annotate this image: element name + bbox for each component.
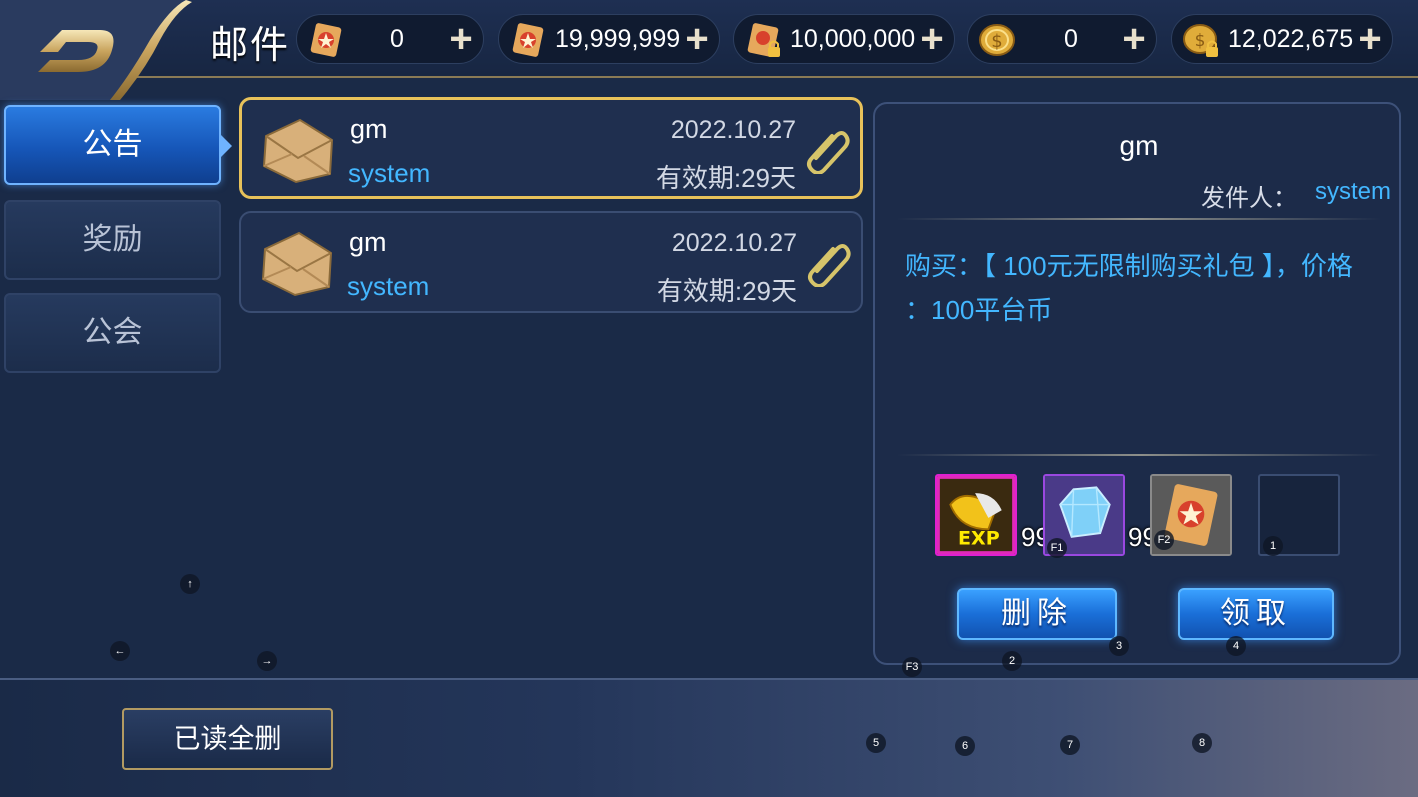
key-hint-f3: F3 (902, 657, 922, 677)
coin-icon: $ (979, 24, 1015, 56)
detail-title: gm (1119, 130, 1159, 161)
locked-scroll-icon (747, 23, 780, 57)
mail-date: 2022.10.27 (670, 116, 796, 144)
delete-all-read-button[interactable]: 已读全删 (122, 708, 333, 770)
attachment-icon (807, 131, 850, 174)
key-hint-8: 8 (1192, 733, 1212, 753)
add-currency-button[interactable]: + (1116, 19, 1152, 59)
divider (897, 218, 1381, 220)
tab-guild[interactable]: 公会 (4, 293, 221, 373)
divider (897, 454, 1381, 456)
currency-locked-scroll: 10,000,000 + (733, 14, 955, 64)
envelope-icon (261, 231, 333, 297)
key-hint-f2: F2 (1154, 530, 1174, 550)
mail-sender: system (348, 158, 431, 188)
mail-body: 购买：【 100元无限制购买礼包 】，价格 ：100平台币 (905, 244, 1375, 332)
back-logo-icon (0, 0, 192, 100)
currency-locked-coin: $ 12,022,675 + (1171, 14, 1393, 64)
sender-name: system (1315, 178, 1392, 205)
currency-value: 10,000,000 (790, 25, 916, 53)
add-currency-button[interactable]: + (443, 19, 479, 59)
tab-announcement[interactable]: 公告 (4, 105, 221, 185)
currency-scroll-2: 19,999,999 + (498, 14, 720, 64)
key-hint-f1: F1 (1047, 538, 1067, 558)
key-hint-right: → (257, 651, 277, 671)
exp-capsule-icon[interactable]: EXP (935, 474, 1017, 556)
key-hint-up: ↑ (180, 574, 200, 594)
delete-button[interactable]: 删除 (957, 588, 1117, 640)
mail-date: 2022.10.27 (671, 229, 797, 257)
key-hint-left: ← (110, 641, 130, 661)
back-button[interactable] (0, 0, 200, 100)
add-currency-button[interactable]: + (1352, 19, 1388, 59)
key-hint-2: 2 (1002, 651, 1022, 671)
locked-coin-icon: $ (1183, 24, 1218, 57)
mail-sender: system (347, 271, 430, 301)
mail-detail-panel: gm 发件人： system 购买：【 100元无限制购买礼包 】，价格 ：10… (873, 102, 1401, 665)
mail-list-item[interactable]: gm system 2022.10.27 有效期:29天 (239, 211, 863, 313)
currency-value: 12,022,675 (1228, 25, 1354, 53)
scroll-icon (512, 23, 544, 57)
add-currency-button[interactable]: + (679, 19, 715, 59)
mail-list-item[interactable]: gm system 2022.10.27 有效期:29天 (239, 97, 863, 199)
key-hint-4: 4 (1226, 636, 1246, 656)
tab-pointer-icon (220, 134, 232, 158)
svg-text:$: $ (1195, 31, 1206, 51)
key-hint-6: 6 (955, 736, 975, 756)
tab-rewards[interactable]: 奖励 (4, 200, 221, 280)
currency-value: 19,999,999 (555, 25, 681, 53)
currency-value: 0 (390, 25, 404, 53)
key-hint-3: 3 (1109, 636, 1129, 656)
envelope-icon (262, 118, 334, 184)
scroll-icon (310, 23, 342, 57)
claim-button[interactable]: 领取 (1178, 588, 1334, 640)
currency-scroll-1: 0 + (296, 14, 484, 64)
key-hint-7: 7 (1060, 735, 1080, 755)
currency-value: 0 (1064, 25, 1078, 53)
sender-label: 发件人： (1201, 185, 1297, 212)
mail-body-line: ：100平台币 (905, 295, 1053, 325)
currency-coin: $ 0 + (967, 14, 1157, 64)
page-title: 邮件 (210, 25, 291, 67)
svg-text:EXP: EXP (958, 527, 1000, 549)
svg-text:$: $ (991, 31, 1002, 52)
mail-body-line: 购买：【 100元无限制购买礼包 】，价格 (905, 251, 1353, 281)
mail-title: gm (349, 227, 387, 257)
key-hint-5: 5 (866, 733, 886, 753)
mail-expiry: 有效期:29天 (655, 163, 796, 193)
add-currency-button[interactable]: + (914, 19, 950, 59)
key-hint-1: 1 (1263, 536, 1283, 556)
mail-expiry: 有效期:29天 (656, 276, 797, 306)
mail-title: gm (350, 114, 388, 144)
attachment-icon (808, 244, 851, 287)
